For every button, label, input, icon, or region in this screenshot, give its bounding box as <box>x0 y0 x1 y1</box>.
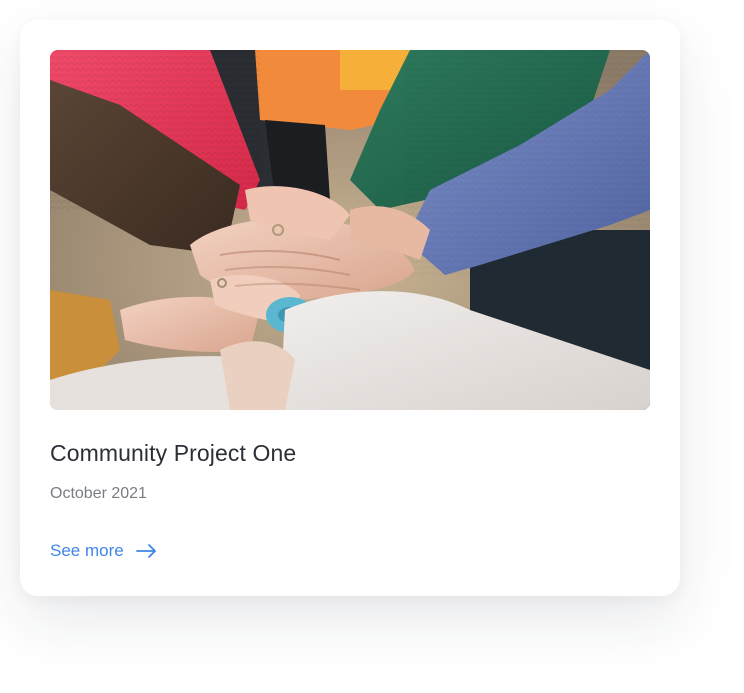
project-photo <box>50 50 650 410</box>
card-title: Community Project One <box>50 440 297 466</box>
card-date: October 2021 <box>50 485 147 502</box>
arrow-right-icon <box>135 543 158 559</box>
see-more-link[interactable]: See more <box>50 541 158 561</box>
stacked-hands-image <box>50 50 650 410</box>
see-more-label: See more <box>50 541 124 560</box>
project-card: Community Project One October 2021 See m… <box>20 20 680 596</box>
page: Community Project One October 2021 See m… <box>0 0 744 693</box>
